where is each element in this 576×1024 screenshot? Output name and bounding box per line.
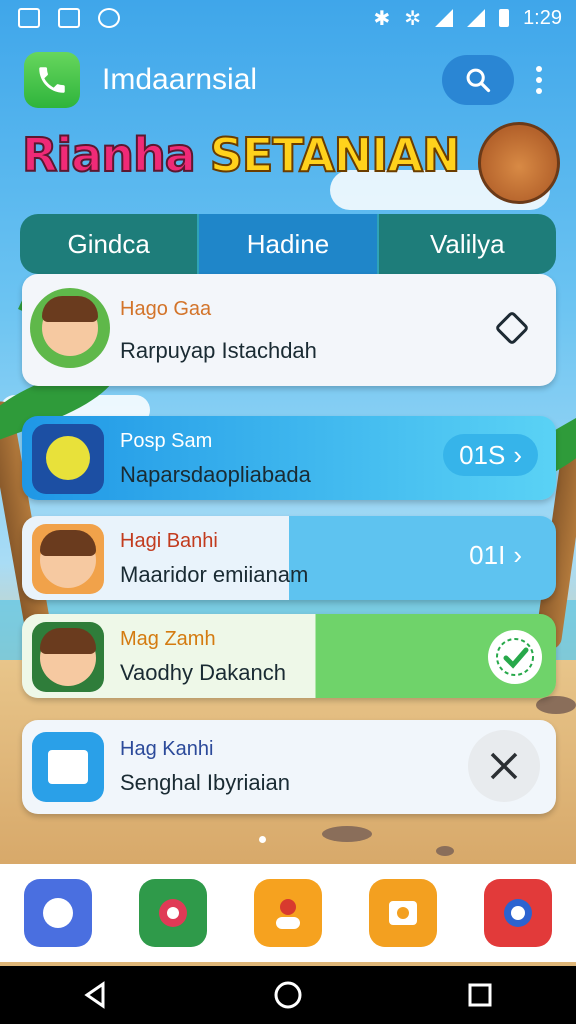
card-name: Posp Sam [120,430,213,452]
app-bar: Imdaarnsial [0,40,576,120]
contact-card[interactable]: Posp Sam Naparsdaopliabada 01S › [22,416,556,500]
chart-icon [48,750,88,784]
bluetooth-icon: ✱ [373,7,391,30]
home-icon[interactable] [273,980,303,1010]
tab-bar: Gindca Hadine Valilya [20,214,556,274]
contact-card[interactable]: Hago Gaa Rarpuyap Istachdah [22,274,556,386]
contact-card[interactable]: Mag Zamh Vaodhy Dakanch [22,614,556,698]
pill-label: 01I [469,539,506,570]
card-subtitle: Maaridor emiianam [120,562,309,587]
tab-gindca[interactable]: Gindca [20,214,200,274]
more-dot [536,77,542,83]
more-dot [536,66,542,72]
gallery-app-icon[interactable] [484,879,553,947]
boy-avatar [32,622,104,692]
back-icon[interactable] [81,980,111,1010]
chevron-pill-button[interactable]: 01S › [443,434,538,476]
app-title: Imdaarnsial [102,63,258,96]
contact-card[interactable]: Hagi Banhi Maaridor emiianam 01I › [22,516,556,600]
rock [322,826,372,842]
check-button[interactable] [486,628,544,691]
banner-title-part1: Rianha [21,127,197,183]
chat-app-icon[interactable] [23,879,92,947]
card-name: Hag Kanhi [120,738,214,760]
search-button[interactable] [442,55,514,105]
boy-avatar [32,524,104,594]
avatar-hair [40,628,96,654]
tab-valilya[interactable]: Valilya [378,214,556,274]
chart-app-avatar [32,732,104,802]
vibrate-icon: ✲ [404,7,422,30]
diamond-button[interactable] [492,308,532,353]
diamond-icon [496,312,528,344]
pill-label: 01S [459,439,506,470]
star-app-avatar [32,424,104,494]
card-subtitle: Rarpuyap Istachdah [120,338,317,363]
photo-notification-icon [18,8,40,28]
more-options-button[interactable] [514,55,564,105]
chevron-right-icon: › [513,439,522,470]
card-subtitle: Vaodhy Dakanch [120,660,286,685]
recents-icon[interactable] [465,980,495,1010]
chevron-right-icon: › [513,539,522,570]
page-indicator-dot [259,836,266,843]
tab-hadine[interactable]: Hadine [199,214,379,274]
close-icon [468,730,540,802]
chart-notification-icon [58,8,80,28]
camera-app-icon[interactable] [369,879,438,947]
card-name: Hagi Banhi [120,530,218,552]
chevron-pill-button[interactable]: 01I › [453,534,538,576]
boy-avatar [30,288,110,368]
game-banner-title: Rianha SETANIAN [21,127,492,198]
app-dock [0,864,576,962]
contacts-app-icon[interactable] [253,879,322,947]
banner-title-part2: SETANIAN [209,127,462,183]
card-subtitle: Senghal Ibyriaian [120,770,291,795]
card-name: Mag Zamh [120,628,216,650]
close-button[interactable] [466,728,542,809]
rock [536,696,576,714]
phone-app-logo-icon[interactable] [24,52,80,108]
more-dot [536,88,542,94]
clock-time: 1:29 [523,6,562,29]
avatar-hair [40,530,96,556]
search-icon [466,68,491,93]
status-bar: ✱ ✲ 1:29 [0,0,576,36]
wifi-icon [435,9,454,27]
rock [436,846,454,856]
card-name: Hago Gaa [120,298,212,320]
avatar-hair [42,296,98,322]
navigation-bar [0,966,576,1024]
check-icon [488,630,542,684]
battery-icon [499,9,510,27]
card-subtitle: Naparsdaopliabada [120,462,311,487]
yellow-sun-icon [46,436,90,480]
clock-notification-icon [98,8,120,28]
bear-mascot-icon [478,122,560,204]
music-app-icon[interactable] [138,879,207,947]
contact-card[interactable]: Hag Kanhi Senghal Ibyriaian [22,720,556,814]
signal-icon [467,9,486,27]
